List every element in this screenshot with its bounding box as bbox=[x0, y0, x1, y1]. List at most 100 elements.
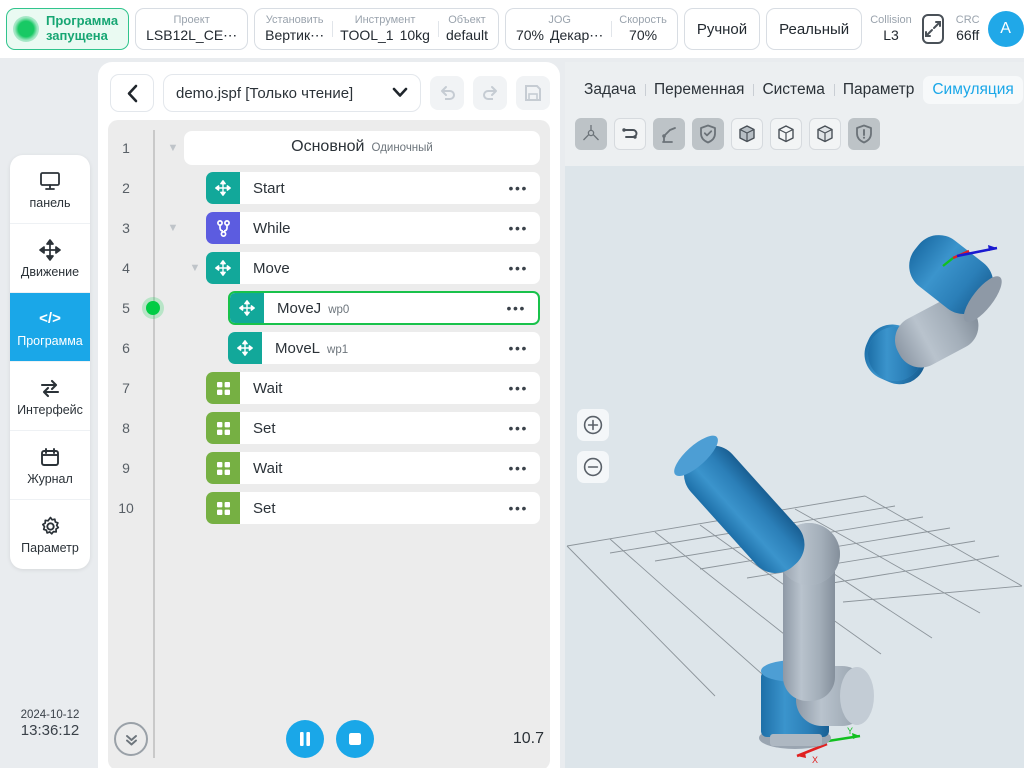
row-menu-button[interactable]: ••• bbox=[508, 220, 540, 236]
sidebar-label-journal: Журнал bbox=[27, 471, 73, 486]
zoom-out-button[interactable] bbox=[577, 451, 609, 483]
save-button[interactable] bbox=[516, 76, 550, 110]
table-row[interactable]: 5 MoveJ wp0 ••• bbox=[108, 288, 550, 328]
line-number: 6 bbox=[122, 340, 130, 356]
tab-system[interactable]: Система bbox=[753, 76, 833, 104]
back-button[interactable] bbox=[110, 74, 154, 112]
fullscreen-icon[interactable] bbox=[921, 14, 944, 44]
program-node-set-1[interactable]: Set ••• bbox=[206, 412, 540, 444]
project-selector[interactable]: Проект LSB12L_CE⋯ bbox=[135, 8, 249, 50]
grid-squares-icon bbox=[206, 452, 240, 484]
table-row[interactable]: 10 Set ••• bbox=[108, 488, 550, 528]
object-label: Объект bbox=[448, 14, 486, 26]
sidebar-item-journal[interactable]: Журнал bbox=[10, 431, 90, 500]
manual-mode-button[interactable]: Ручной bbox=[683, 8, 761, 50]
shield-check-icon[interactable] bbox=[692, 118, 724, 150]
axes-icon[interactable] bbox=[575, 118, 607, 150]
simulation-tabs: Задача Переменная Система Параметр Симул… bbox=[565, 62, 1024, 112]
expand-caret-icon[interactable]: ▼ bbox=[162, 142, 184, 154]
program-root-node[interactable]: Основной Одиночный bbox=[184, 131, 540, 165]
row-menu-button[interactable]: ••• bbox=[508, 380, 540, 396]
program-node-wait-1[interactable]: Wait ••• bbox=[206, 372, 540, 404]
program-playback-bar: 10.7 bbox=[98, 710, 560, 768]
tab-task[interactable]: Задача bbox=[575, 76, 645, 104]
table-row[interactable]: 2 Start ••• bbox=[108, 168, 550, 208]
sidebar-item-program[interactable]: </> Программа bbox=[10, 293, 90, 362]
shield-warning-icon[interactable] bbox=[848, 118, 880, 150]
line-number: 8 bbox=[122, 420, 130, 436]
sidebar-item-movement[interactable]: Движение bbox=[10, 224, 90, 293]
simulation-panel: Задача Переменная Система Параметр Симул… bbox=[565, 62, 1024, 768]
current-step-marker bbox=[144, 301, 162, 315]
cube-shaded-icon[interactable] bbox=[809, 118, 841, 150]
path-icon[interactable] bbox=[614, 118, 646, 150]
user-avatar[interactable]: A bbox=[987, 11, 1024, 47]
speed-cell[interactable]: Скорость 70% bbox=[611, 14, 675, 44]
program-node-start[interactable]: Start ••• bbox=[206, 172, 540, 204]
tool-cell[interactable]: Инструмент TOOL_1 10kg bbox=[332, 14, 438, 44]
node-label: While bbox=[253, 219, 291, 237]
expand-caret-icon[interactable]: ▼ bbox=[184, 262, 206, 274]
table-row[interactable]: 3 ▼ While ••• bbox=[108, 208, 550, 248]
object-cell[interactable]: Объект default bbox=[437, 14, 496, 44]
pause-button[interactable] bbox=[286, 720, 325, 758]
program-node-move[interactable]: Move ••• bbox=[206, 252, 540, 284]
jog-cell[interactable]: JOG 70% Декар⋯ bbox=[508, 14, 611, 44]
cube-wire-icon[interactable] bbox=[770, 118, 802, 150]
row-menu-button[interactable]: ••• bbox=[506, 300, 538, 316]
chevron-down-icon bbox=[392, 85, 408, 102]
cube-solid-icon[interactable] bbox=[731, 118, 763, 150]
sidebar-item-panel[interactable]: панель bbox=[10, 155, 90, 224]
tab-variable[interactable]: Переменная bbox=[645, 76, 753, 104]
line-number: 9 bbox=[122, 460, 130, 476]
installation-group[interactable]: Установить Вертик⋯ Инструмент TOOL_1 10k… bbox=[254, 8, 499, 50]
tab-parameter[interactable]: Параметр bbox=[833, 76, 923, 104]
sidebar-item-parameter[interactable]: Параметр bbox=[10, 500, 90, 569]
svg-text:X: X bbox=[812, 755, 818, 765]
row-menu-button[interactable]: ••• bbox=[508, 340, 540, 356]
grid-squares-icon bbox=[206, 492, 240, 524]
row-menu-button[interactable]: ••• bbox=[508, 180, 540, 196]
table-row[interactable]: 6 MoveL wp1 ••• bbox=[108, 328, 550, 368]
program-node-movel[interactable]: MoveL wp1 ••• bbox=[228, 332, 540, 364]
program-node-set-2[interactable]: Set ••• bbox=[206, 492, 540, 524]
stop-button[interactable] bbox=[336, 720, 375, 758]
table-row[interactable]: 9 Wait ••• bbox=[108, 448, 550, 488]
row-menu-button[interactable]: ••• bbox=[508, 460, 540, 476]
robot-icon[interactable] bbox=[653, 118, 685, 150]
node-waypoint: wp0 bbox=[328, 303, 350, 316]
file-selector-dropdown[interactable]: demo.jspf [Только чтение] bbox=[163, 74, 421, 112]
program-node-movej[interactable]: MoveJ wp0 ••• bbox=[228, 291, 540, 325]
install-cell[interactable]: Установить Вертик⋯ bbox=[257, 14, 332, 44]
sidebar-label-panel: панель bbox=[29, 195, 71, 210]
node-label: Wait bbox=[253, 379, 283, 397]
row-menu-button[interactable]: ••• bbox=[508, 260, 540, 276]
row-menu-button[interactable]: ••• bbox=[508, 420, 540, 436]
node-label: MoveL bbox=[275, 339, 321, 357]
node-label: Set bbox=[253, 419, 276, 437]
program-node-while[interactable]: While ••• bbox=[206, 212, 540, 244]
table-row[interactable]: 8 Set ••• bbox=[108, 408, 550, 448]
collapse-all-button[interactable] bbox=[114, 722, 148, 756]
robot-scene: X Y bbox=[565, 166, 1024, 768]
sidebar-item-interface[interactable]: Интерфейс bbox=[10, 362, 90, 431]
line-number: 2 bbox=[122, 180, 130, 196]
table-row[interactable]: 7 Wait ••• bbox=[108, 368, 550, 408]
table-row[interactable]: 4 ▼ Move ••• bbox=[108, 248, 550, 288]
tab-simulation[interactable]: Симуляция bbox=[923, 76, 1023, 104]
program-node-wait-2[interactable]: Wait ••• bbox=[206, 452, 540, 484]
tool-value: TOOL_1 bbox=[340, 27, 394, 44]
jog-speed-group[interactable]: JOG 70% Декар⋯ Скорость 70% bbox=[504, 8, 678, 50]
zoom-in-button[interactable] bbox=[577, 409, 609, 441]
robot-3d-viewport[interactable]: X Y bbox=[565, 166, 1024, 768]
real-robot-button[interactable]: Реальный bbox=[766, 8, 863, 50]
row-menu-button[interactable]: ••• bbox=[508, 500, 540, 516]
redo-button[interactable] bbox=[473, 76, 507, 110]
expand-caret-icon[interactable]: ▼ bbox=[162, 222, 184, 234]
tool-payload: 10kg bbox=[399, 27, 430, 44]
table-row[interactable]: 1 ▼ Основной Одиночный bbox=[108, 128, 550, 168]
undo-button[interactable] bbox=[430, 76, 464, 110]
program-tree: 1 ▼ Основной Одиночный 2 Start ••• 3 ▼ W… bbox=[108, 120, 550, 768]
move-arrows-icon bbox=[228, 332, 262, 364]
sidebar-label-interface: Интерфейс bbox=[17, 402, 83, 417]
